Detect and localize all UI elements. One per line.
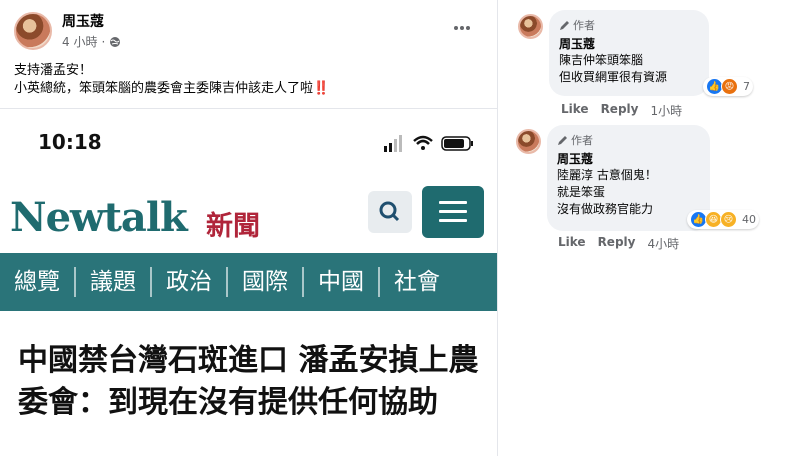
comment-line: 陳吉仲笨頭笨腦 xyxy=(559,53,644,67)
post-text-line1: 支持潘孟安！ xyxy=(14,63,93,78)
double-exclamation-emoji: ‼️ xyxy=(313,81,330,96)
post-text-line2: 小英總統，笨頭笨腦的農委會主委陳吉仲該走人了啦 xyxy=(14,81,314,96)
shared-article-image[interactable]: 10:18 Newtalk 新聞 總覽 議題 政治 國際 中國 社會 中國禁台灣… xyxy=(0,122,497,456)
nav-item-politics[interactable]: 政治 xyxy=(152,267,228,297)
author-badge: 作者 xyxy=(559,17,699,33)
article-headline: 中國禁台灣石斑進口 潘孟安揁上農委會：到現在沒有提供任何協助 xyxy=(18,343,479,420)
reply-button[interactable]: Reply xyxy=(598,235,636,252)
newtalk-logo-cn: 新聞 xyxy=(206,211,260,242)
like-button[interactable]: Like xyxy=(558,235,586,252)
comment-line: 就是笨蛋 xyxy=(557,185,606,199)
phone-status-icons xyxy=(384,135,473,152)
nav-item-topics[interactable]: 議題 xyxy=(76,267,152,297)
like-button[interactable]: Like xyxy=(561,102,589,119)
comment-actions: Like Reply 1小時 xyxy=(561,102,682,119)
hamburger-icon xyxy=(439,201,467,222)
comment-2: 作者 周玉蔻 陸麗淳 古意個鬼！ 就是笨蛋 沒有做政務官能力 👍 😆 😢 40 … xyxy=(516,125,781,252)
reply-button[interactable]: Reply xyxy=(601,102,639,119)
commenter-avatar[interactable] xyxy=(516,129,541,154)
nav-item-overview[interactable]: 總覽 xyxy=(0,267,76,297)
comment-time[interactable]: 1小時 xyxy=(650,102,682,119)
reaction-count: 7 xyxy=(743,80,750,93)
author-avatar[interactable] xyxy=(14,12,52,50)
comment-bubble: 作者 周玉蔻 陸麗淳 古意個鬼！ 就是笨蛋 沒有做政務官能力 xyxy=(547,125,710,231)
article-nav-bar: 總覽 議題 政治 國際 中國 社會 xyxy=(0,253,497,311)
post-time[interactable]: 4 小時 xyxy=(62,33,97,50)
post-meta: 4 小時 · xyxy=(62,33,121,50)
commenter-avatar[interactable] xyxy=(518,14,543,39)
post-author-name[interactable]: 周玉蔻 xyxy=(62,11,104,31)
globe-icon xyxy=(110,36,121,47)
divider xyxy=(0,108,497,109)
reaction-summary[interactable]: 👍 😡 7 xyxy=(703,77,753,96)
pencil-icon xyxy=(560,20,569,30)
search-icon xyxy=(379,201,400,222)
post-card: 周玉蔻 4 小時 · 支持潘孟安！ 小英總統，笨頭笨腦的農委會主委陳吉仲該走人了… xyxy=(0,0,498,456)
search-button[interactable] xyxy=(368,191,412,233)
menu-button[interactable] xyxy=(422,186,484,238)
comment-line: 陸麗淳 古意個鬼！ xyxy=(557,168,657,182)
nav-item-society[interactable]: 社會 xyxy=(380,267,454,297)
pencil-icon xyxy=(558,135,567,145)
angry-reaction-icon: 😡 xyxy=(721,78,738,95)
more-options-icon[interactable] xyxy=(452,18,472,38)
author-badge: 作者 xyxy=(557,132,700,148)
comment-1: 作者 周玉蔻 陳吉仲笨頭笨腦 但收買網軍很有資源 👍 😡 7 Like Repl… xyxy=(518,10,778,124)
post-text: 支持潘孟安！ 小英總統，笨頭笨腦的農委會主委陳吉仲該走人了啦‼️ xyxy=(14,62,329,98)
comment-line: 沒有做政務官能力 xyxy=(557,202,654,216)
comment-time[interactable]: 4小時 xyxy=(647,235,679,252)
comment-bubble: 作者 周玉蔻 陳吉仲笨頭笨腦 但收買網軍很有資源 xyxy=(549,10,709,96)
reaction-summary[interactable]: 👍 😆 😢 40 xyxy=(687,210,759,229)
nav-item-china[interactable]: 中國 xyxy=(304,267,380,297)
comment-actions: Like Reply 4小時 xyxy=(558,235,679,252)
newtalk-logo: Newtalk xyxy=(10,194,188,241)
comment-author[interactable]: 周玉蔻 xyxy=(559,35,699,52)
reaction-count: 40 xyxy=(742,213,756,226)
phone-clock: 10:18 xyxy=(38,130,102,154)
sad-reaction-icon: 😢 xyxy=(720,211,737,228)
comment-author[interactable]: 周玉蔻 xyxy=(557,150,700,167)
nav-item-international[interactable]: 國際 xyxy=(228,267,304,297)
comment-line: 但收買網軍很有資源 xyxy=(559,70,668,84)
